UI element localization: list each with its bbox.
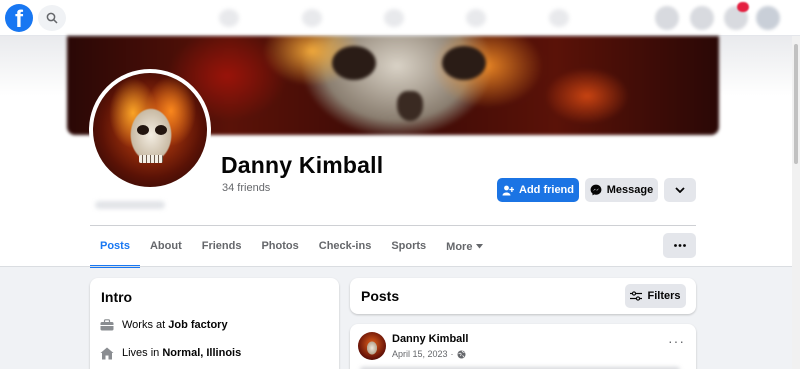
cover-skull-nose (397, 91, 423, 121)
post-author-name[interactable]: Danny Kimball (392, 333, 468, 345)
post-meta: April 15, 2023 · (392, 349, 466, 359)
facebook-logo[interactable]: f (5, 4, 33, 32)
notification-badge (737, 2, 749, 12)
posts-title: Posts (361, 288, 400, 304)
post-date[interactable]: April 15, 2023 (392, 349, 448, 359)
intro-home-link[interactable]: Normal, Illinois (162, 347, 241, 359)
profile-header: Danny Kimball 34 friends Add friend Mess… (0, 36, 800, 268)
tab-sports[interactable]: Sports (381, 226, 436, 267)
briefcase-icon (100, 318, 114, 332)
intro-work-row: Works at Job factory (100, 318, 228, 332)
messenger-nav-icon[interactable] (690, 6, 714, 30)
top-navigation-bar: f (0, 0, 800, 36)
tab-about-label: About (149, 240, 182, 252)
intro-home-row: Lives in Normal, Illinois (100, 346, 241, 360)
post-meta-separator: · (450, 349, 454, 359)
more-horizontal-icon (673, 244, 686, 247)
home-icon (100, 346, 114, 360)
tab-more[interactable]: More (436, 226, 493, 267)
globe-icon (457, 350, 466, 358)
tab-check-ins-label: Check-ins (318, 240, 372, 252)
profile-bottom-border (0, 266, 800, 267)
tab-sports-label: Sports (391, 240, 427, 252)
search-button[interactable] (38, 5, 66, 31)
intro-title: Intro (101, 289, 133, 305)
intro-home-text: Lives in Normal, Illinois (122, 347, 241, 359)
add-friend-label: Add friend (519, 184, 574, 196)
tab-photos[interactable]: Photos (251, 226, 308, 267)
nav-gaming-icon[interactable] (549, 9, 569, 27)
tab-friends[interactable]: Friends (192, 226, 252, 267)
tabs-more-options-button[interactable] (663, 233, 696, 258)
profile-picture[interactable] (89, 69, 211, 191)
search-icon (46, 12, 58, 24)
tab-check-ins[interactable]: Check-ins (309, 226, 382, 267)
caret-down-icon (476, 244, 484, 249)
post-options-button[interactable]: ··· (668, 334, 685, 348)
blurred-mutual-friends (95, 201, 165, 209)
profile-name: Danny Kimball (221, 152, 384, 178)
profile-options-button[interactable] (664, 178, 696, 202)
cover-skull-art (237, 36, 577, 135)
intro-work-text: Works at Job factory (122, 319, 228, 331)
intro-card: Intro Works at Job factory Lives in Norm… (90, 278, 339, 369)
post-author-avatar[interactable] (358, 332, 386, 360)
nav-watch-icon[interactable] (384, 9, 404, 27)
profile-tabs: Posts About Friends Photos Check-ins Spo… (90, 226, 493, 268)
avatar-skull-teeth (139, 155, 163, 163)
filters-button[interactable]: Filters (625, 284, 686, 308)
tab-more-label: More (446, 240, 473, 253)
avatar-skull-right-eye (155, 125, 167, 135)
filters-icon (630, 291, 643, 301)
tab-photos-label: Photos (261, 240, 299, 252)
menu-grid-icon[interactable] (655, 6, 679, 30)
intro-home-prefix: Lives in (122, 347, 163, 359)
intro-work-prefix: Works at (122, 319, 169, 331)
account-avatar[interactable] (756, 6, 780, 30)
nav-home-icon[interactable] (219, 9, 239, 27)
friends-count[interactable]: 34 friends (222, 182, 270, 194)
posts-header-card: Posts Filters (350, 278, 696, 314)
cover-skull-right-eye (442, 46, 486, 80)
cover-skull-left-eye (332, 46, 376, 80)
intro-work-link[interactable]: Job factory (168, 319, 227, 331)
message-label: Message (606, 184, 654, 196)
facebook-logo-glyph: f (15, 6, 23, 32)
scrollbar-thumb[interactable] (794, 44, 798, 164)
nav-groups-icon[interactable] (466, 9, 486, 27)
add-friend-button[interactable]: Add friend (497, 178, 579, 202)
nav-friends-icon[interactable] (302, 9, 322, 27)
tab-posts[interactable]: Posts (90, 226, 140, 268)
messenger-icon (590, 184, 602, 196)
tab-friends-label: Friends (201, 240, 242, 252)
add-person-icon (502, 185, 514, 195)
post-card: Danny Kimball April 15, 2023 · ··· (350, 324, 696, 369)
tab-posts-label: Posts (100, 240, 130, 252)
avatar-skull-left-eye (137, 125, 149, 135)
tab-about[interactable]: About (140, 226, 192, 267)
chevron-down-icon (675, 187, 685, 193)
message-button[interactable]: Message (585, 178, 658, 202)
filters-label: Filters (647, 290, 681, 302)
